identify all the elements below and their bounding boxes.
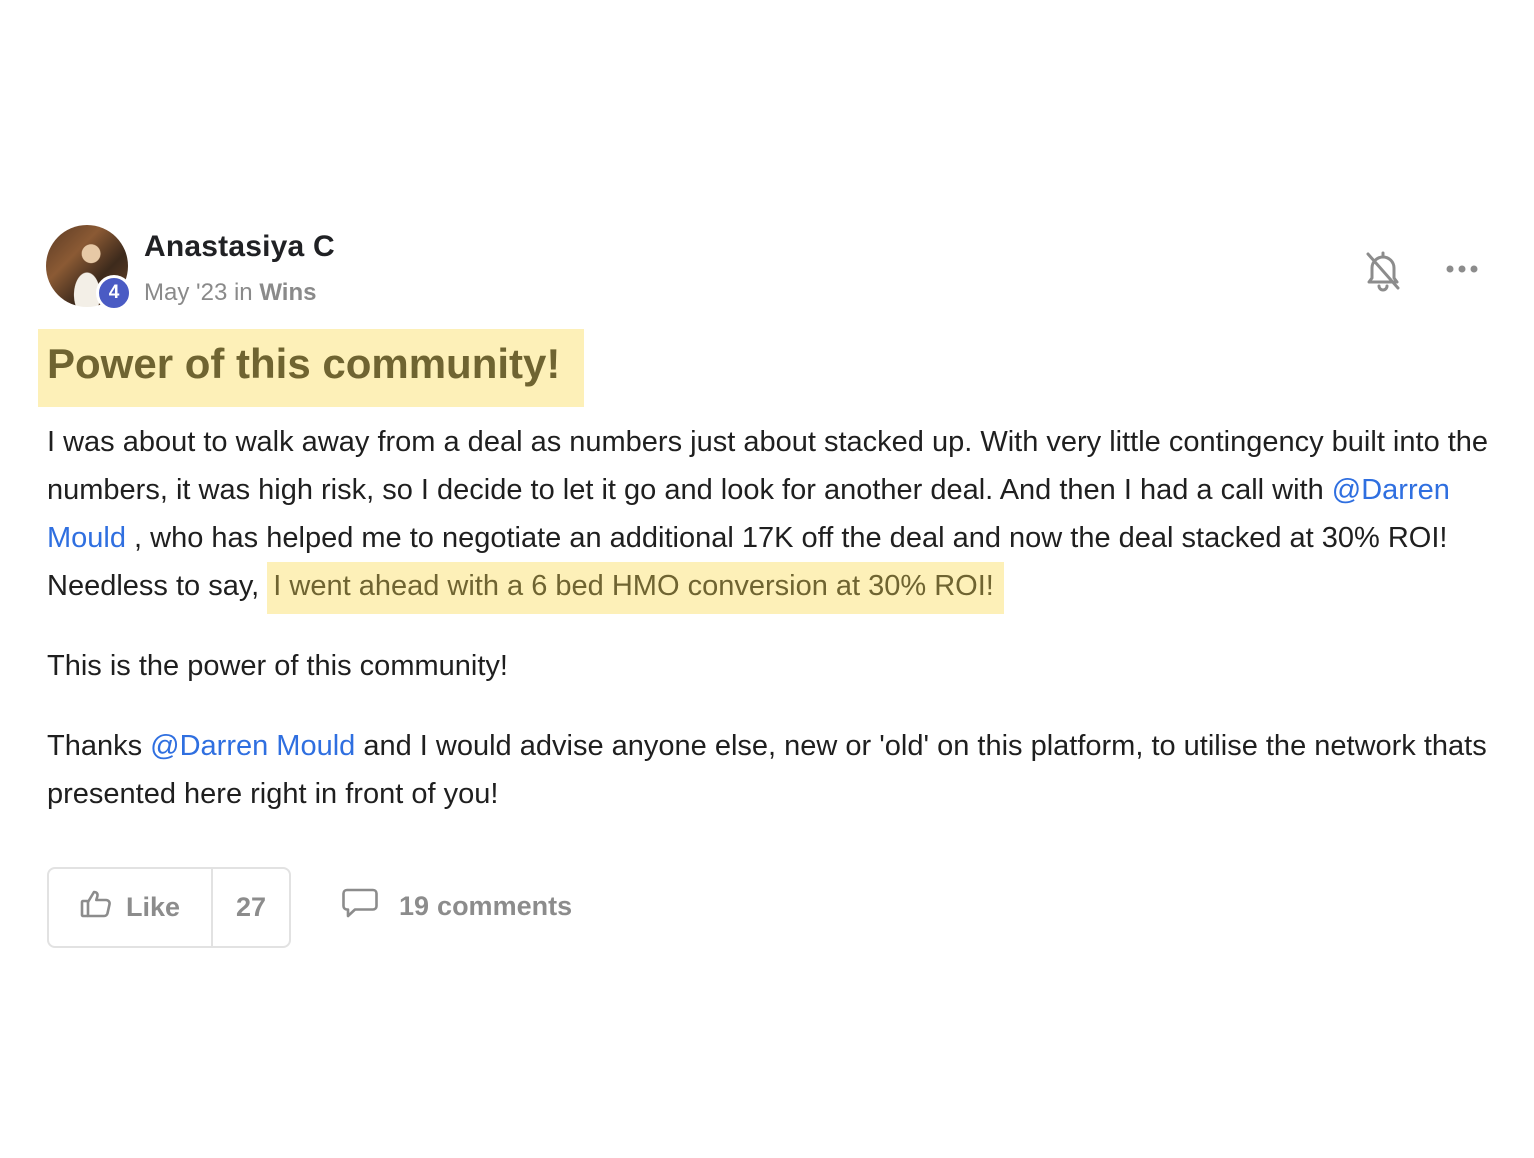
like-label: Like bbox=[125, 892, 181, 922]
bell-off-icon[interactable] bbox=[1363, 248, 1403, 292]
like-group: Like 27 bbox=[47, 867, 291, 948]
like-button[interactable]: Like bbox=[49, 869, 213, 946]
author-name[interactable]: Anastasiya C bbox=[144, 230, 335, 264]
avatar[interactable]: 4 bbox=[46, 225, 132, 311]
comments-count: 19 bbox=[399, 891, 430, 921]
paragraph-2: This is the power of this community! bbox=[47, 650, 508, 682]
thumbs-up-icon bbox=[80, 889, 112, 926]
post-body: I was about to walk away from a deal as … bbox=[47, 418, 1517, 818]
paragraph-3: Thanks @Darren Mould and I would advise … bbox=[47, 722, 1517, 818]
comment-bubble-icon bbox=[341, 887, 379, 926]
level-badge: 4 bbox=[96, 275, 132, 311]
more-horizontal-icon[interactable] bbox=[1442, 252, 1482, 286]
post-date[interactable]: May '23 bbox=[144, 279, 227, 306]
like-count[interactable]: 27 bbox=[213, 869, 289, 946]
comments-text: 19 comments bbox=[399, 891, 572, 922]
comments-button[interactable]: 19 comments bbox=[341, 867, 572, 946]
meta-in-word: in bbox=[233, 279, 253, 306]
comments-label: comments bbox=[437, 891, 573, 921]
paragraph-1: I was about to walk away from a deal as … bbox=[47, 418, 1517, 614]
highlighted-text: I went ahead with a 6 bed HMO conversion… bbox=[267, 562, 1004, 614]
post-card: 4 Anastasiya C May '23 in Wins Power of … bbox=[0, 0, 1534, 1158]
post-category[interactable]: Wins bbox=[259, 279, 316, 306]
mention-link[interactable]: @Darren Mould bbox=[150, 730, 355, 762]
post-meta: May '23 in Wins bbox=[144, 279, 316, 307]
post-title[interactable]: Power of this community! bbox=[47, 340, 560, 388]
paragraph-3-text-a: Thanks bbox=[47, 730, 151, 762]
paragraph-1-text-a: I was about to walk away from a deal as … bbox=[47, 426, 1489, 506]
